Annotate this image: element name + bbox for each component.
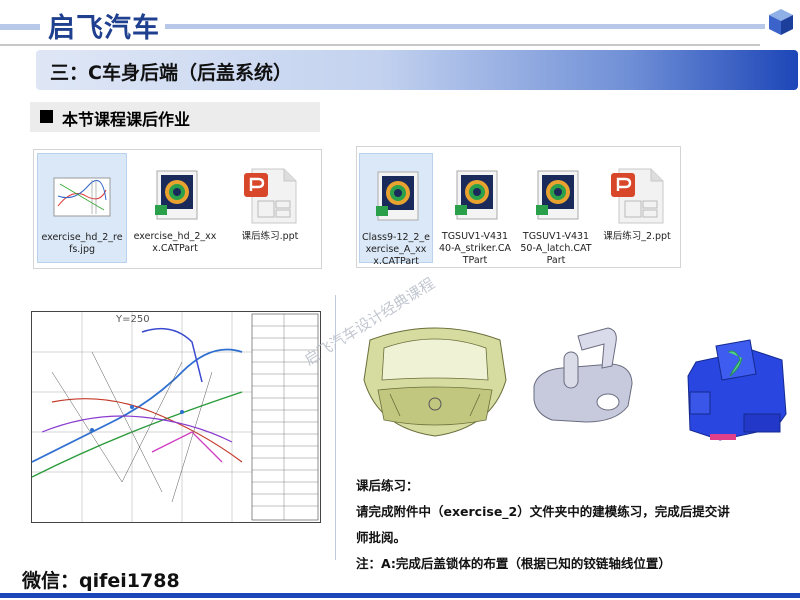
brand-title: 启飞汽车	[48, 13, 160, 44]
ppt-icon	[240, 165, 300, 225]
tailgate-render	[360, 320, 510, 440]
drawing-section-label: Y=250	[116, 314, 150, 325]
header-decor-left	[0, 24, 40, 30]
file-name: 课后练习_2.ppt	[603, 231, 671, 242]
notes-line-3: 注：A:完成后盖锁体的布置（根据已知的铰链轴线位置）	[356, 556, 671, 571]
homework-heading: 本节课程课后作业	[62, 110, 191, 129]
catpart-icon	[366, 166, 426, 226]
file-item-ppt[interactable]: 课后练习.ppt	[226, 153, 314, 243]
engineering-drawing: Y=250	[31, 311, 321, 523]
striker-render	[528, 322, 638, 430]
file-name: TGSUV1-V43150-A_latch.CATPart	[520, 231, 592, 266]
footer-bar	[0, 593, 800, 598]
file-item-xxx-catpart[interactable]: exercise_hd_2_xxx.CATPart	[131, 153, 219, 255]
notes-line-2: 师批阅。	[356, 530, 407, 545]
header-decor-right	[165, 24, 765, 29]
notes-line-1: 请完成附件中（exercise_2）文件夹中的建模练习，完成后提交讲	[356, 504, 730, 519]
catpart-icon	[445, 165, 505, 225]
file-item-class9-catpart[interactable]: Class9-12_2_exercise_A_xxx.CATPart	[359, 153, 433, 267]
section-title: 三：C车身后端（后盖系统）	[50, 62, 292, 84]
file-panel-left: exercise_hd_2_refs.jpg exercise_hd_2_xxx…	[33, 149, 322, 269]
file-item-latch-catpart[interactable]: TGSUV1-V43150-A_latch.CATPart	[518, 153, 594, 267]
jpg-thumbnail-icon	[52, 166, 112, 226]
homework-notes: 课后练习： 请完成附件中（exercise_2）文件夹中的建模练习，完成后提交讲…	[356, 473, 796, 577]
file-name: 课后练习.ppt	[241, 231, 299, 242]
ppt-icon	[607, 165, 667, 225]
file-panel-right: Class9-12_2_exercise_A_xxx.CATPart TGSUV…	[356, 146, 681, 268]
catpart-icon	[526, 165, 586, 225]
latch-render	[680, 332, 798, 450]
bullet-square-icon	[40, 110, 53, 123]
file-item-refs-jpg[interactable]: exercise_hd_2_refs.jpg	[37, 153, 127, 263]
file-name: exercise_hd_2_xxx.CATPart	[133, 231, 217, 254]
file-item-striker-catpart[interactable]: TGSUV1-V43140-A_striker.CATPart	[437, 153, 513, 267]
wechat-contact: 微信：qifei1788	[22, 570, 180, 592]
header-divider	[0, 44, 760, 46]
notes-heading: 课后练习：	[356, 478, 419, 493]
catpart-icon	[145, 165, 205, 225]
file-name: exercise_hd_2_refs.jpg	[41, 232, 123, 255]
file-name: Class9-12_2_exercise_A_xxx.CATPart	[362, 232, 430, 267]
cube-logo-icon	[768, 8, 794, 36]
file-item-ppt-2[interactable]: 课后练习_2.ppt	[599, 153, 675, 243]
file-name: TGSUV1-V43140-A_striker.CATPart	[439, 231, 511, 266]
